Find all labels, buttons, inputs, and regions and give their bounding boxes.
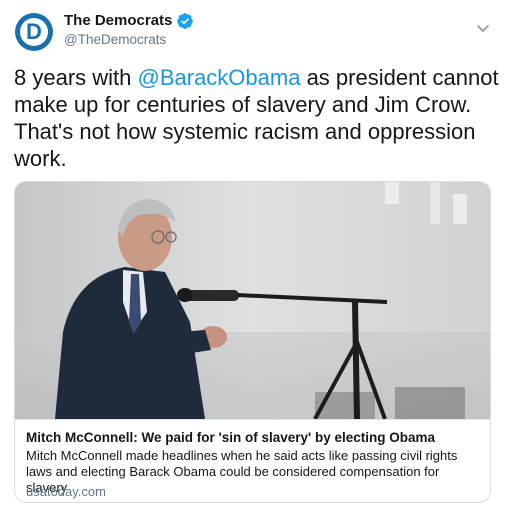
mention-link[interactable]: @BarackObama xyxy=(138,65,301,90)
link-card[interactable]: Mitch McConnell: We paid for 'sin of sla… xyxy=(14,181,491,503)
verified-badge-icon xyxy=(177,13,194,29)
avatar[interactable]: D xyxy=(15,13,53,51)
author-name-row[interactable]: The Democrats xyxy=(64,12,194,30)
card-domain[interactable]: usatoday.com xyxy=(26,484,106,500)
tweet-text-start: 8 years with xyxy=(14,65,138,90)
card-divider xyxy=(15,419,490,420)
tweet: D The Democrats @TheDemocrats 8 years wi… xyxy=(0,0,509,512)
tweet-text: 8 years with @BarackObama as president c… xyxy=(14,64,499,172)
chevron-down-icon[interactable] xyxy=(477,24,489,34)
author-display-name[interactable]: The Democrats xyxy=(64,12,172,30)
author-handle[interactable]: @TheDemocrats xyxy=(64,32,166,48)
card-title[interactable]: Mitch McConnell: We paid for 'sin of sla… xyxy=(26,430,481,446)
card-image[interactable] xyxy=(15,182,490,419)
avatar-logo: D xyxy=(20,18,48,46)
speaker-photo-icon xyxy=(15,182,490,419)
